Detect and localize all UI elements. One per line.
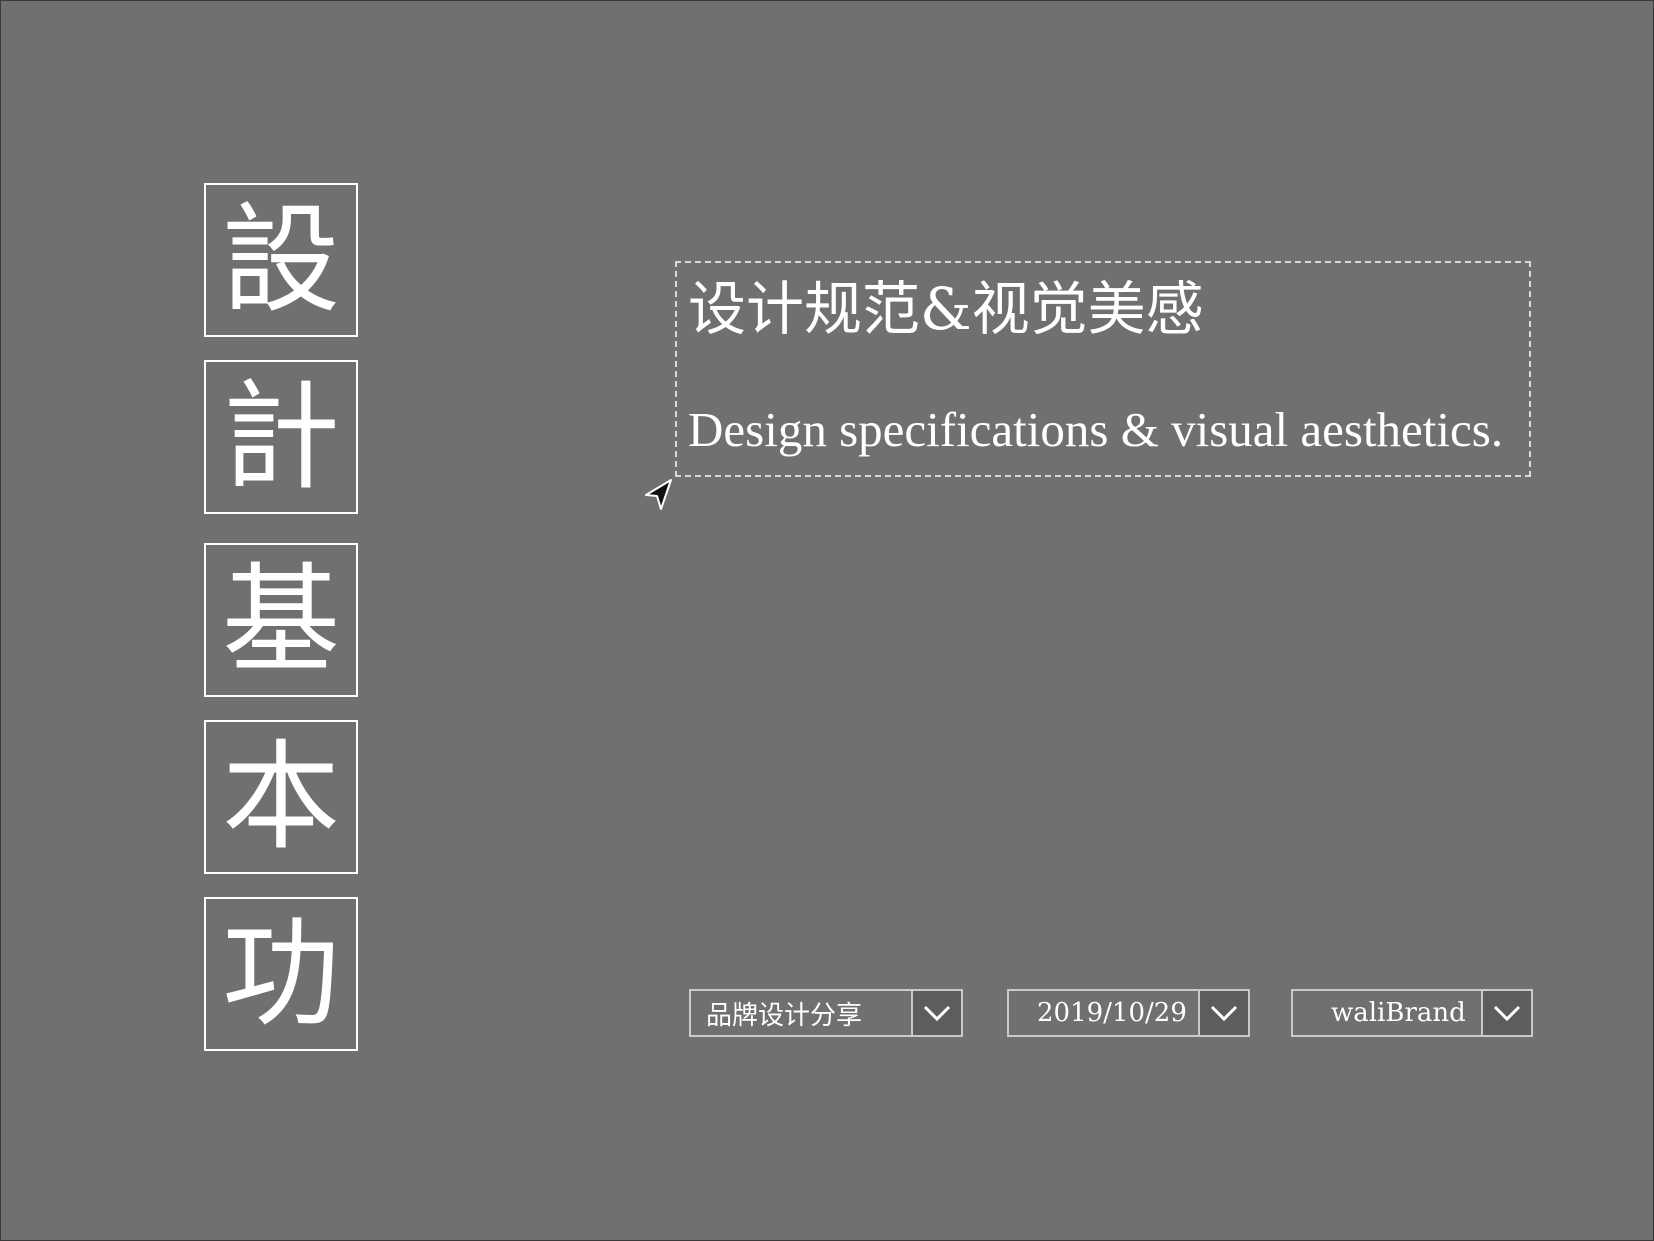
title-char: 設 <box>221 191 340 329</box>
title-char-box: 功 <box>204 897 358 1051</box>
category-dropdown[interactable]: 品牌设计分享 <box>689 989 963 1037</box>
title-char-box: 設 <box>204 183 358 337</box>
chevron-down-icon <box>1493 1005 1521 1022</box>
title-char-box: 計 <box>204 360 358 514</box>
title-char: 功 <box>221 905 340 1043</box>
date-dropdown-button[interactable] <box>1198 991 1248 1035</box>
category-dropdown-button[interactable] <box>911 991 961 1035</box>
title-char-box: 基 <box>204 543 358 697</box>
title-char: 本 <box>221 728 340 866</box>
brand-dropdown-value: waliBrand <box>1331 998 1466 1028</box>
headline-chinese[interactable]: 设计规范&视觉美感 <box>688 273 1204 345</box>
mouse-cursor-icon <box>645 479 672 510</box>
date-dropdown[interactable]: 2019/10/29 <box>1007 989 1250 1037</box>
date-dropdown-value: 2019/10/29 <box>1037 998 1187 1028</box>
headline-english[interactable]: Design specifications & visual aesthetic… <box>688 400 1503 460</box>
title-char: 基 <box>221 551 340 689</box>
title-char-box: 本 <box>204 720 358 874</box>
brand-dropdown[interactable]: waliBrand <box>1291 989 1533 1037</box>
chevron-down-icon <box>923 1005 951 1022</box>
category-dropdown-value: 品牌设计分享 <box>706 1000 863 1031</box>
title-char: 計 <box>221 368 340 506</box>
brand-dropdown-button[interactable] <box>1481 991 1531 1035</box>
chevron-down-icon <box>1210 1005 1238 1022</box>
